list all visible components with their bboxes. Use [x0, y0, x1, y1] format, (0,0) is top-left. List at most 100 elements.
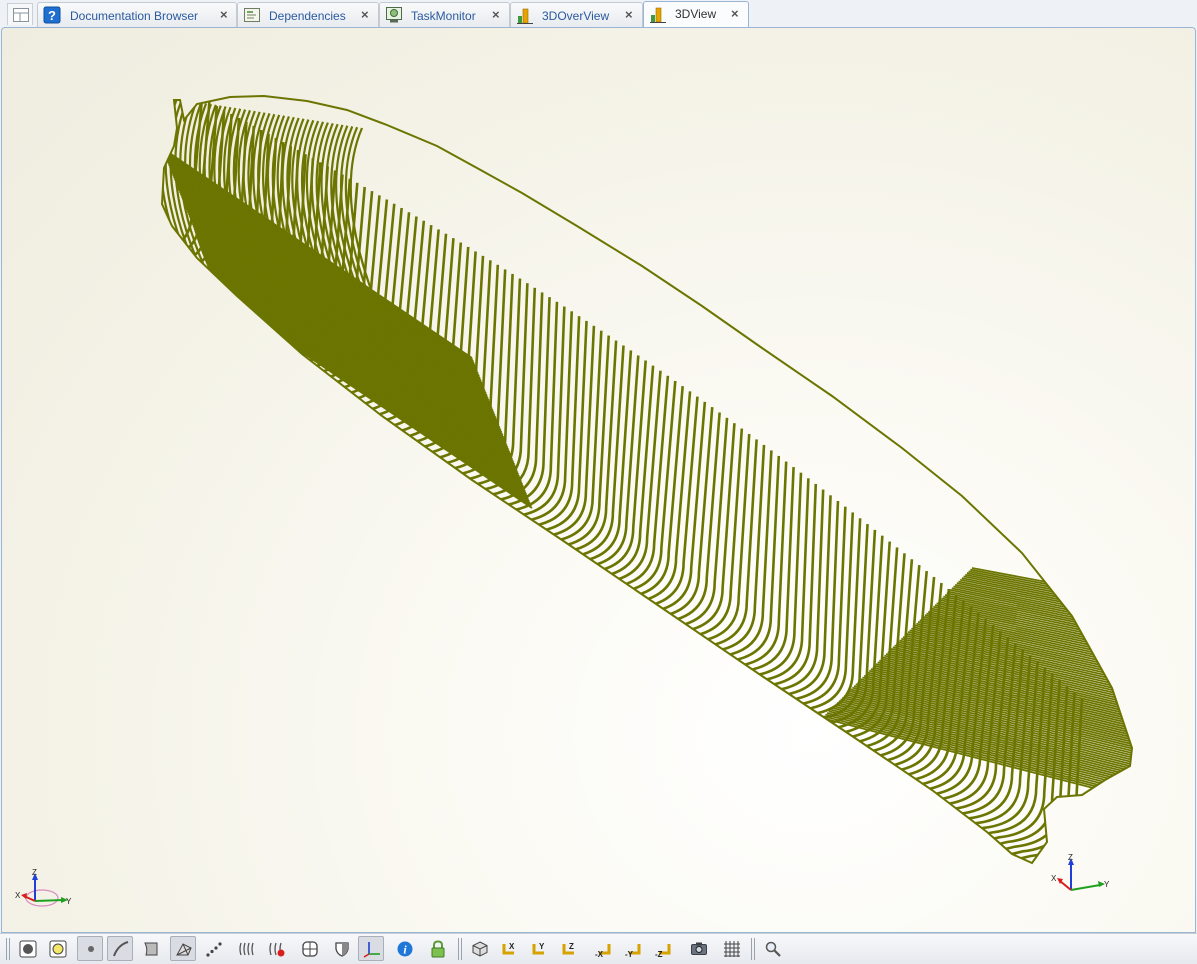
view-axis-label: -Z — [655, 950, 663, 958]
hull-section-line — [185, 207, 497, 420]
triad-z-label: Z — [1068, 853, 1073, 862]
dependencies-icon — [244, 8, 260, 22]
rotate-view-icon: Y — [532, 942, 545, 955]
triad-right: Z Y X — [1051, 853, 1110, 891]
layout-toggle-button[interactable] — [7, 3, 33, 25]
toolbar-grip[interactable] — [6, 938, 10, 960]
surface-icon — [144, 942, 158, 956]
grid-button[interactable] — [718, 936, 744, 961]
split-view-button[interactable] — [296, 936, 322, 961]
hull-section-line — [186, 209, 498, 422]
hull-section-line — [199, 241, 511, 454]
quad-view-icon — [302, 941, 318, 957]
rotate-view-icon: X — [502, 942, 515, 955]
help-icon: ? — [43, 6, 61, 24]
shaded-sphere-icon — [19, 940, 37, 958]
point-cloud-button[interactable] — [200, 936, 226, 961]
hull-model[interactable]: Z Y X Z Y X — [2, 28, 1195, 932]
view-minus-y-button[interactable]: -Y — [619, 936, 645, 961]
tab-documentation-browser[interactable]: ? Documentation Browser × — [37, 2, 237, 27]
highlight-sphere-icon — [49, 940, 67, 958]
tab-label: Dependencies — [269, 9, 346, 23]
rotate-view-icon: -X — [595, 944, 611, 958]
view-axis-label: Y — [539, 942, 545, 951]
lock-icon — [431, 940, 445, 958]
info-icon: i — [397, 941, 413, 957]
view-axis-label: -Y — [625, 950, 634, 958]
camera-icon — [691, 942, 707, 955]
bar-chart-icon — [517, 8, 533, 24]
tab-bar: ? Documentation Browser × Dependencies ×… — [0, 0, 1197, 28]
hull-section-line — [199, 243, 511, 455]
tab-3doverview[interactable]: 3DOverView × — [510, 2, 643, 27]
render-shaded-button[interactable] — [14, 936, 40, 961]
dotted-line-icon — [206, 942, 222, 957]
hull-section-line — [193, 226, 505, 438]
view-x-button[interactable]: X — [496, 936, 522, 961]
grid-icon — [724, 941, 740, 957]
show-curves-button[interactable] — [107, 936, 133, 961]
mesh-icon — [176, 943, 192, 956]
view-axis-label: -X — [595, 950, 604, 958]
close-icon[interactable]: × — [220, 7, 228, 22]
rotate-view-icon: -Z — [655, 944, 671, 958]
triad-x-label: X — [1051, 874, 1057, 883]
hull-section-line — [193, 228, 505, 440]
sections-button[interactable] — [233, 936, 259, 961]
bar-chart-icon — [650, 7, 666, 23]
view-z-button[interactable]: Z — [556, 936, 582, 961]
tab-label: 3DOverView — [542, 9, 610, 23]
view-axis-label: Z — [569, 942, 574, 951]
close-icon[interactable]: × — [731, 6, 739, 21]
triad-y-label: Y — [66, 897, 72, 906]
close-icon[interactable]: × — [492, 7, 500, 22]
view-minus-x-button[interactable]: -X — [589, 936, 615, 961]
axes-icon — [363, 942, 380, 958]
toolbar-grip[interactable] — [458, 938, 462, 960]
screenshot-button[interactable] — [685, 936, 711, 961]
sections-icon — [239, 942, 254, 956]
lock-button[interactable] — [424, 936, 450, 961]
view-y-button[interactable]: Y — [526, 936, 552, 961]
triad-left: Z Y X — [15, 868, 72, 907]
view-axis-label: X — [509, 942, 515, 951]
half-shield-icon — [335, 942, 349, 957]
rotate-view-icon: Z — [562, 942, 574, 955]
tab-dependencies[interactable]: Dependencies × — [237, 2, 379, 27]
curve-icon — [113, 941, 129, 957]
close-icon[interactable]: × — [361, 7, 369, 22]
show-points-button[interactable] — [77, 936, 103, 961]
view-toolbar: i X Y Z -X -Y -Z — [0, 933, 1197, 964]
svg-text:?: ? — [48, 8, 56, 23]
iso-view-button[interactable] — [466, 936, 492, 961]
show-surfaces-button[interactable] — [137, 936, 163, 961]
tab-label: TaskMonitor — [411, 9, 476, 23]
tab-3dview[interactable]: 3DView × — [643, 1, 749, 28]
hull-section-line — [185, 206, 497, 418]
layout-icon — [13, 8, 29, 22]
axis-toggle-button[interactable] — [358, 936, 384, 961]
hull-section-lines — [161, 95, 1133, 864]
toolbar-grip[interactable] — [751, 938, 755, 960]
tab-label: 3DView — [675, 7, 717, 21]
show-mesh-button[interactable] — [170, 936, 196, 961]
zoom-button[interactable] — [759, 936, 785, 961]
view-minus-z-button[interactable]: -Z — [649, 936, 675, 961]
cube-icon — [472, 941, 488, 957]
info-button[interactable]: i — [391, 936, 417, 961]
triad-y-label: Y — [1104, 880, 1110, 889]
3d-viewport[interactable]: Z Y X Z Y X — [1, 27, 1196, 933]
task-monitor-icon — [386, 7, 402, 23]
tab-label: Documentation Browser — [70, 9, 199, 23]
half-view-button[interactable] — [328, 936, 354, 961]
render-highlight-button[interactable] — [44, 936, 70, 961]
triad-z-label: Z — [32, 868, 37, 877]
close-icon[interactable]: × — [625, 7, 633, 22]
magnifier-icon — [765, 941, 781, 957]
tab-taskmonitor[interactable]: TaskMonitor × — [379, 2, 510, 27]
triad-x-label: X — [15, 891, 21, 900]
rotate-view-icon: -Y — [625, 944, 641, 958]
point-icon — [88, 946, 94, 952]
hide-sections-button[interactable] — [263, 936, 289, 961]
sections-off-icon — [269, 942, 285, 957]
